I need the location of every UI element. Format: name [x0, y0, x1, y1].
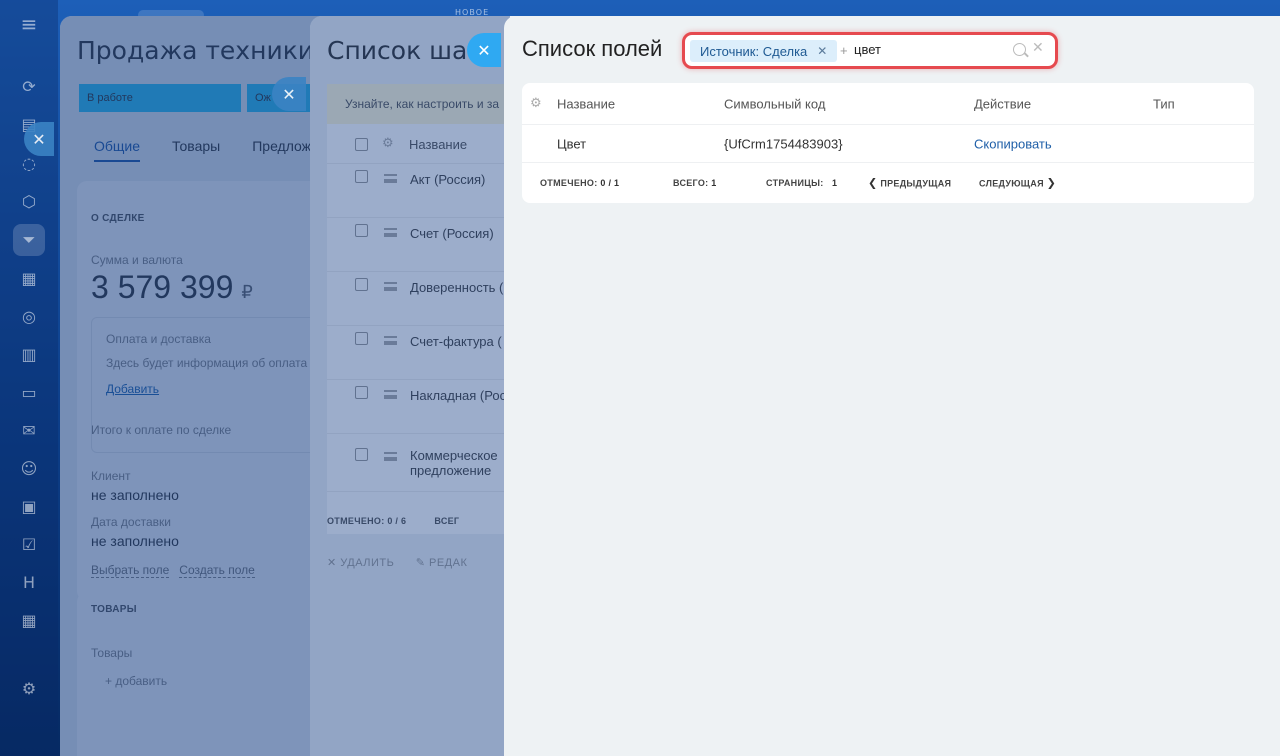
payment-text: Здесь будет информация об оплата: [106, 356, 308, 370]
prev-page-button[interactable]: ❮ ПРЕДЫДУЩАЯ: [868, 177, 951, 190]
fields-slider: Список полей Источник: Сделка ✕ + цвет ✕…: [504, 16, 1280, 756]
gear-icon[interactable]: ⚙: [382, 136, 394, 151]
close-icon: ✕: [282, 84, 296, 104]
grid-icon[interactable]: ▦: [13, 604, 45, 636]
deal-tabs: Общие Товары Предлож: [94, 138, 311, 162]
col-code[interactable]: Символьный код: [724, 96, 825, 111]
table-header: ⚙ Название Символьный код Действие Тип: [522, 83, 1254, 125]
drag-handle-icon[interactable]: [384, 452, 397, 461]
create-field-link[interactable]: Создать поле: [179, 563, 255, 578]
row-checkbox[interactable]: [355, 224, 368, 237]
collab-icon[interactable]: ⬡: [13, 185, 45, 217]
robot-icon[interactable]: ◎: [13, 300, 45, 332]
mail-icon[interactable]: ✉: [13, 414, 45, 446]
choose-field-link[interactable]: Выбрать поле: [91, 563, 170, 578]
close-icon: ✕: [477, 40, 491, 60]
tab-general[interactable]: Общие: [94, 138, 141, 162]
tab-offers[interactable]: Предлож: [252, 138, 311, 162]
delivery-value[interactable]: не заполнено: [91, 533, 179, 549]
goods-add[interactable]: + добавить: [105, 674, 167, 688]
close-icon[interactable]: ✕: [817, 44, 827, 58]
chevron-left-icon: ❮: [868, 176, 878, 190]
row-name-line2: предложение: [410, 463, 492, 478]
client-label: Клиент: [91, 469, 131, 483]
col-action[interactable]: Действие: [974, 96, 1031, 111]
row-name: Счет (Россия): [410, 226, 494, 241]
field-name: Цвет: [557, 136, 587, 151]
row-name: Коммерческое: [410, 448, 498, 463]
drag-handle-icon[interactable]: [384, 390, 397, 399]
section-about: О СДЕЛКЕ: [91, 213, 145, 224]
field-actions: Выбрать поле Создать поле: [91, 563, 255, 578]
section-goods: ТОВАРЫ: [91, 604, 137, 615]
sitemap-icon[interactable]: ⟳: [13, 70, 45, 102]
select-all-checkbox[interactable]: [355, 138, 368, 151]
chevron-right-icon: ❯: [1046, 176, 1057, 190]
filter-chip-label: Источник: Сделка: [700, 43, 808, 59]
avatar-icon[interactable]: H: [13, 566, 45, 598]
rail-close-button[interactable]: ✕: [24, 122, 54, 156]
contacts-icon[interactable]: ☺: [13, 452, 45, 484]
close-icon: ✕: [32, 129, 46, 149]
row-name: Накладная (Рос: [410, 388, 507, 403]
row-name: Доверенность (: [410, 280, 504, 295]
tab-goods[interactable]: Товары: [172, 138, 220, 162]
row-checkbox[interactable]: [355, 332, 368, 345]
templates-actions: ✕ УДАЛИТЬ ✎ РЕДАК: [327, 556, 467, 569]
document-icon[interactable]: ▥: [13, 338, 45, 370]
col-type[interactable]: Тип: [1153, 96, 1175, 111]
payment-label: Оплата и доставка: [106, 332, 211, 346]
pages-count: СТРАНИЦЫ: 1: [766, 178, 838, 188]
row-checkbox[interactable]: [355, 386, 368, 399]
row-checkbox[interactable]: [355, 170, 368, 183]
stage-in-progress[interactable]: В работе: [79, 84, 241, 112]
edit-button[interactable]: ✎ РЕДАК: [416, 557, 468, 569]
crm-icon[interactable]: ⏷: [13, 224, 45, 256]
col-name[interactable]: Название: [557, 96, 615, 111]
row-name: Акт (Россия): [410, 172, 486, 187]
row-checkbox[interactable]: [355, 448, 368, 461]
search-input[interactable]: цвет: [854, 42, 881, 57]
total-label: Итого к оплате по сделке: [91, 423, 232, 437]
table-row[interactable]: Цвет {UfCrm1754483903} Скопировать: [522, 125, 1254, 163]
delete-button[interactable]: ✕ УДАЛИТЬ: [327, 557, 394, 569]
templates-footer: ОТМЕЧЕНО: 0 / 6 ВСЕГ: [327, 516, 460, 526]
clear-icon[interactable]: ✕: [1032, 40, 1044, 56]
deal-close-button[interactable]: ✕: [272, 77, 306, 111]
next-page-button[interactable]: СЛЕДУЮЩАЯ ❯: [979, 177, 1056, 190]
page-title: Список полей: [522, 36, 663, 61]
gear-icon[interactable]: ⚙: [530, 96, 542, 111]
search-icon[interactable]: [1013, 43, 1026, 56]
filter-chip[interactable]: Источник: Сделка ✕: [690, 40, 838, 62]
left-sidebar: ≡ ⟳ ▤ ◌ ⬡ ⏷ ▦ ◎ ▥ ▭ ✉ ☺ ▣ ☑ H ▦ ⚙: [0, 0, 58, 756]
fields-table: ⚙ Название Символьный код Действие Тип Ц…: [522, 83, 1254, 203]
tasks-icon[interactable]: ☑: [13, 528, 45, 560]
search-filter[interactable]: Источник: Сделка ✕ + цвет ✕: [682, 32, 1058, 69]
settings-icon[interactable]: ⚙: [13, 672, 45, 704]
board-icon[interactable]: ▣: [13, 490, 45, 522]
calendar-icon[interactable]: ▦: [13, 262, 45, 294]
amount-label: Сумма и валюта: [91, 253, 183, 267]
goods-label: Товары: [91, 646, 133, 660]
copy-link[interactable]: Скопировать: [974, 136, 1052, 151]
drag-handle-icon[interactable]: [384, 282, 397, 291]
row-checkbox[interactable]: [355, 278, 368, 291]
selected-count: ОТМЕЧЕНО: 0 / 1: [540, 178, 620, 188]
table-footer: ОТМЕЧЕНО: 0 / 1 ВСЕГО: 1 СТРАНИЦЫ: 1 ❮ П…: [522, 163, 1254, 203]
add-link[interactable]: Добавить: [106, 382, 159, 396]
drag-handle-icon[interactable]: [384, 174, 397, 183]
row-name: Счет-фактура (: [410, 334, 502, 349]
plus-icon[interactable]: +: [840, 43, 848, 58]
card-icon[interactable]: ▭: [13, 376, 45, 408]
delivery-label: Дата доставки: [91, 515, 171, 529]
field-code: {UfCrm1754483903}: [724, 136, 843, 151]
drag-handle-icon[interactable]: [384, 228, 397, 237]
client-value[interactable]: не заполнено: [91, 487, 179, 503]
drag-handle-icon[interactable]: [384, 336, 397, 345]
fields-close-button[interactable]: ✕: [467, 33, 501, 67]
total-count: ВСЕГО: 1: [673, 178, 717, 188]
col-name: Название: [409, 137, 468, 152]
amount-value: 3 579 399 ₽: [91, 269, 253, 305]
menu-icon[interactable]: ≡: [13, 8, 45, 40]
